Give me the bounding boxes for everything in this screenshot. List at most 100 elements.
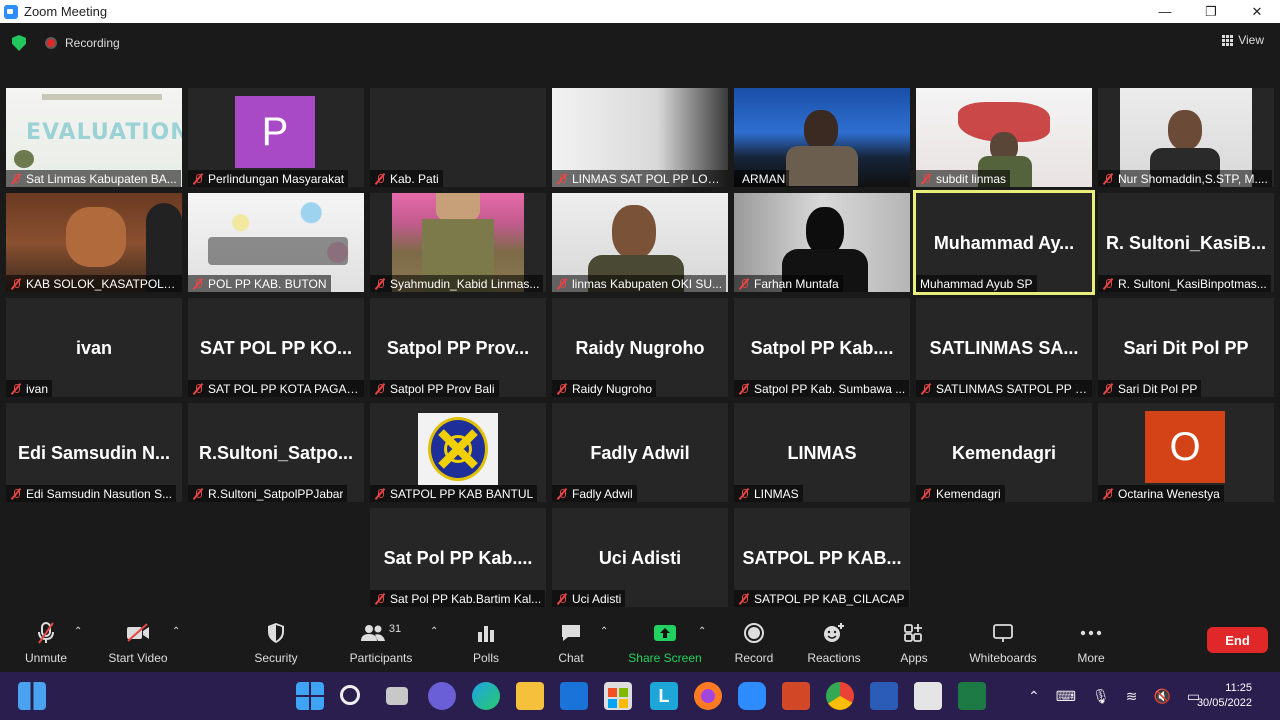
chat-options-caret[interactable]: ⌃: [600, 626, 608, 637]
participant-tile[interactable]: ARMAN: [734, 88, 910, 187]
participant-tile[interactable]: Farhan Muntafa: [734, 193, 910, 292]
mail-icon[interactable]: [560, 682, 588, 710]
participant-tile[interactable]: LINMAS SAT POL PP LOTIM: [552, 88, 728, 187]
avatar: O: [1145, 411, 1225, 483]
mic-muted-icon: [10, 278, 22, 290]
participant-tile[interactable]: R. Sultoni_KasiB... R. Sultoni_KasiBinpo…: [1098, 193, 1274, 292]
word-icon[interactable]: [870, 682, 898, 710]
unmute-button[interactable]: Unmute: [22, 618, 70, 672]
participant-tile[interactable]: Sari Dit Pol PP Sari Dit Pol PP: [1098, 298, 1274, 397]
record-button[interactable]: Record: [734, 618, 774, 672]
excel-icon[interactable]: [958, 682, 986, 710]
mic-muted-icon: [556, 593, 568, 605]
participant-tile[interactable]: Satpol PP Kab.... Satpol PP Kab. Sumbawa…: [734, 298, 910, 397]
participant-tile[interactable]: KAB SOLOK_KASATPOL P...: [6, 193, 182, 292]
share-options-caret[interactable]: ⌃: [698, 626, 706, 637]
participant-display-name: R.Sultoni_Satpo...: [198, 443, 353, 463]
edge-browser-icon[interactable]: [472, 682, 500, 710]
participant-tile[interactable]: Kab. Pati: [370, 88, 546, 187]
app-l-icon[interactable]: L: [650, 682, 678, 710]
participant-tile[interactable]: ivan ivan: [6, 298, 182, 397]
microphone-icon[interactable]: 🎙: [1092, 688, 1110, 705]
participant-display-name: ivan: [75, 338, 113, 358]
participant-tile[interactable]: Uci Adisti Uci Adisti: [552, 508, 728, 607]
participant-tile[interactable]: Syahmudin_Kabid Linmas...: [370, 193, 546, 292]
audio-options-caret[interactable]: ⌃: [74, 626, 82, 637]
participant-tile[interactable]: Nur Shomaddin,S.STP, M....: [1098, 88, 1274, 187]
participant-namebar: Sat Linmas Kabupaten BA...: [6, 170, 181, 187]
more-button[interactable]: More: [1072, 618, 1110, 672]
zoom-taskbar-icon[interactable]: [738, 682, 766, 710]
participant-namebar: Fadly Adwil: [552, 485, 637, 502]
participant-tile[interactable]: Edi Samsudin N... Edi Samsudin Nasution …: [6, 403, 182, 502]
minimize-button[interactable]: —: [1142, 0, 1188, 23]
speaker-muted-icon[interactable]: 🔇: [1153, 688, 1170, 705]
participant-tile[interactable]: SAT POL PP KO... SAT POL PP KOTA PAGAR .…: [188, 298, 364, 397]
microsoft-store-icon[interactable]: [604, 682, 632, 710]
participant-tile[interactable]: Satpol PP Prov... Satpol PP Prov Bali: [370, 298, 546, 397]
participants-options-caret[interactable]: ⌃: [430, 626, 438, 637]
widgets-icon[interactable]: [18, 682, 46, 710]
maximize-button[interactable]: ❐: [1188, 0, 1234, 23]
security-button[interactable]: Security: [250, 618, 302, 672]
encryption-shield-icon[interactable]: [12, 35, 26, 51]
mic-muted-icon: [556, 383, 568, 395]
chat-button[interactable]: Chat: [552, 618, 590, 672]
participant-namebar: SATPOL PP KAB_CILACAP: [734, 590, 909, 607]
apps-button[interactable]: Apps: [896, 618, 932, 672]
participant-display-name: SATLINMAS SA...: [929, 338, 1079, 358]
participants-button[interactable]: 31 Participants: [346, 618, 416, 672]
participant-tile[interactable]: R.Sultoni_Satpo... R.Sultoni_SatpolPPJab…: [188, 403, 364, 502]
window-title: Zoom Meeting: [24, 4, 108, 19]
participant-tile[interactable]: Fadly Adwil Fadly Adwil: [552, 403, 728, 502]
participant-tile[interactable]: Sat Pol PP Kab.... Sat Pol PP Kab.Bartim…: [370, 508, 546, 607]
participant-tile[interactable]: Kemendagri Kemendagri: [916, 403, 1092, 502]
participant-tile-active-speaker[interactable]: Muhammad Ay... Muhammad Ayub SP: [913, 190, 1095, 295]
video-options-caret[interactable]: ⌃: [172, 626, 180, 637]
reactions-button[interactable]: Reactions: [806, 618, 862, 672]
participant-tile[interactable]: P Perlindungan Masyarakat: [188, 88, 364, 187]
participant-tile[interactable]: linmas Kabupaten OKI SU...: [552, 193, 728, 292]
participant-tile[interactable]: O Octarina Wenestya: [1098, 403, 1274, 502]
mic-muted-icon: [738, 383, 750, 395]
windows-start-icon[interactable]: [296, 682, 324, 710]
powerpoint-icon[interactable]: [782, 682, 810, 710]
participant-tile[interactable]: Raidy Nugroho Raidy Nugroho: [552, 298, 728, 397]
polls-button[interactable]: Polls: [466, 618, 506, 672]
search-icon[interactable]: [340, 685, 360, 705]
mic-muted-icon: [10, 488, 22, 500]
mic-muted-icon: [920, 173, 932, 185]
view-button[interactable]: View: [1222, 33, 1264, 47]
participant-display-name: Muhammad Ay...: [933, 233, 1075, 253]
close-button[interactable]: ✕: [1234, 0, 1280, 23]
taskbar-clock[interactable]: 11:25 30/05/2022: [1197, 681, 1252, 711]
participant-tile[interactable]: POL PP KAB. BUTON: [188, 193, 364, 292]
task-view-icon[interactable]: [386, 687, 408, 705]
participant-tile[interactable]: subdit linmas: [916, 88, 1092, 187]
participant-tile[interactable]: SATLINMAS SA... SATLINMAS SATPOL PP P...: [916, 298, 1092, 397]
start-video-button[interactable]: Start Video: [104, 618, 172, 672]
participant-tile[interactable]: EVALUATION Sat Linmas Kabupaten BA...: [6, 88, 182, 187]
file-explorer-icon[interactable]: [516, 682, 544, 710]
participants-count: 31: [388, 623, 402, 635]
participant-namebar: Nur Shomaddin,S.STP, M....: [1098, 170, 1272, 187]
participant-tile[interactable]: SATPOL PP KAB... SATPOL PP KAB_CILACAP: [734, 508, 910, 607]
whiteboards-button[interactable]: Whiteboards: [964, 618, 1042, 672]
participant-namebar: Octarina Wenestya: [1098, 485, 1224, 502]
participant-display-name: Sat Pol PP Kab....: [383, 548, 533, 568]
recording-label[interactable]: Recording: [65, 36, 120, 50]
snipping-tool-icon[interactable]: [914, 682, 942, 710]
participant-tile[interactable]: LINMAS LINMAS: [734, 403, 910, 502]
wifi-icon[interactable]: ≋: [1126, 688, 1138, 705]
meeting-topbar: Recording View: [0, 23, 1280, 61]
show-hidden-icons-chevron-icon[interactable]: ⌃: [1028, 688, 1040, 705]
participant-tile[interactable]: SATPOL PP KAB BANTUL: [370, 403, 546, 502]
participant-namebar: POL PP KAB. BUTON: [188, 275, 331, 292]
teams-chat-icon[interactable]: [428, 682, 456, 710]
share-screen-button[interactable]: Share Screen: [628, 618, 702, 672]
firefox-icon[interactable]: [694, 682, 722, 710]
keyboard-icon[interactable]: ⌨: [1056, 688, 1076, 705]
end-meeting-button[interactable]: End: [1207, 627, 1268, 653]
chrome-icon[interactable]: [826, 682, 854, 710]
meeting-area: Recording View EVALUATION Sat Linmas Kab…: [0, 23, 1280, 672]
